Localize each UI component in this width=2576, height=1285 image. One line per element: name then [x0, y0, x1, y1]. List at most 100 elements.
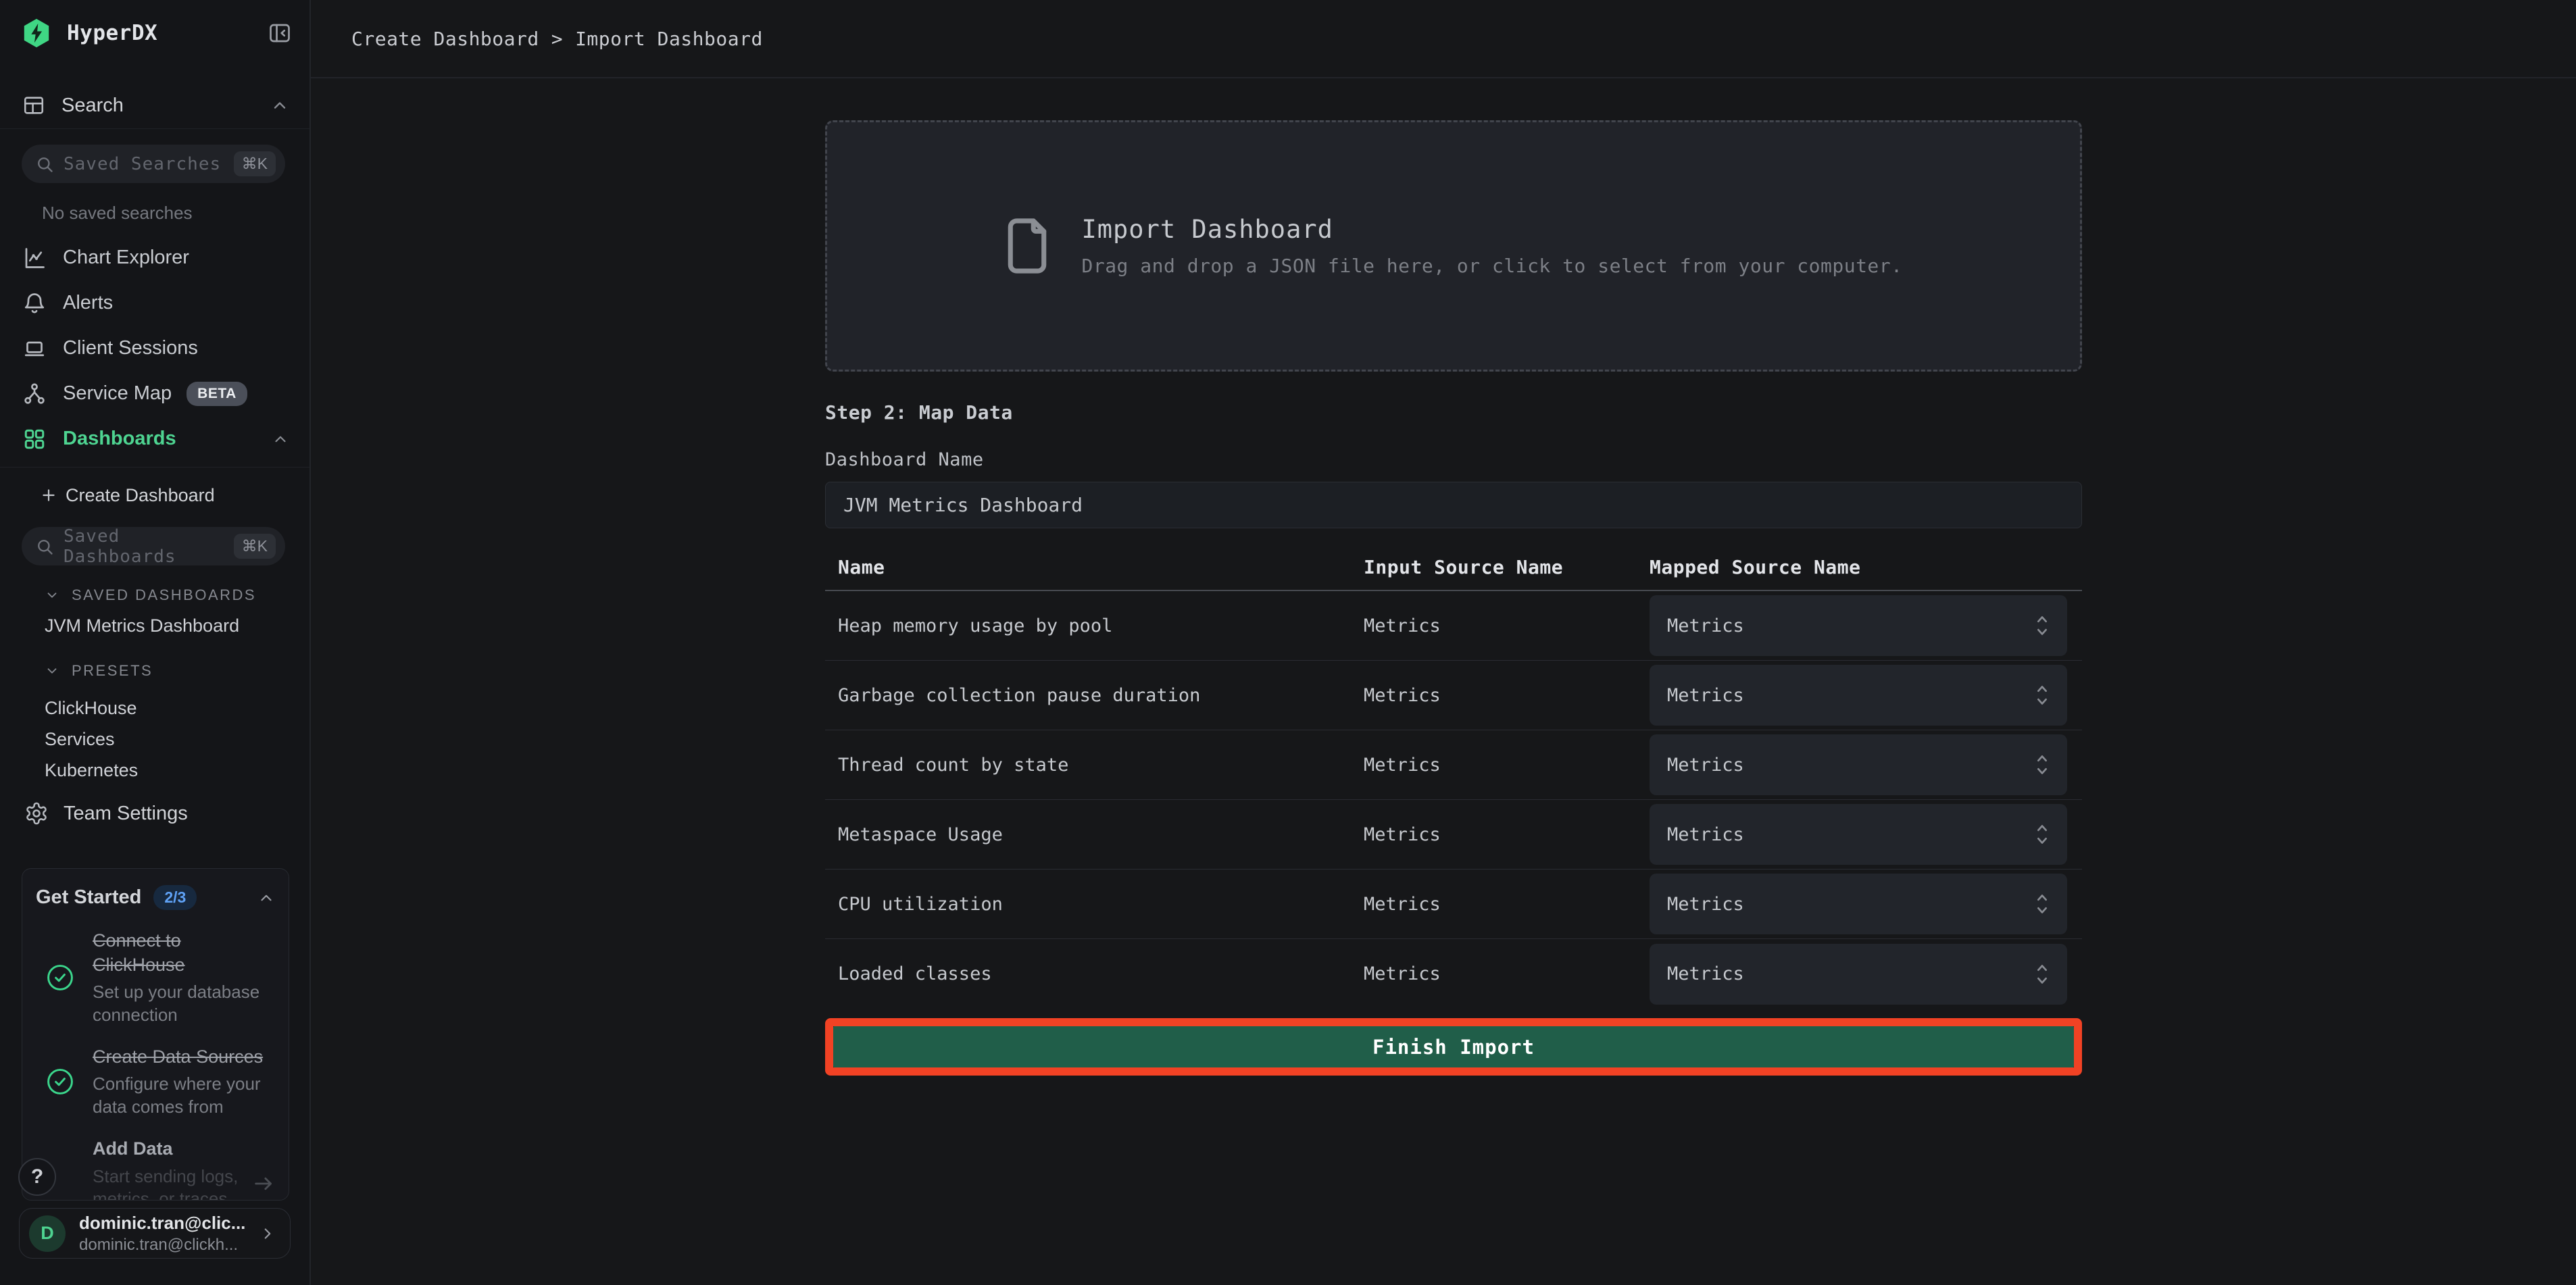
presets-group-header[interactable]: PRESETS	[0, 656, 309, 686]
logo-row: HyperDX	[21, 18, 292, 49]
get-started-title: Get Started	[36, 886, 141, 909]
sidebar-item-service-map[interactable]: Service Map BETA	[0, 371, 309, 416]
row-name: Metaspace Usage	[838, 824, 1364, 845]
table-row: Heap memory usage by pool Metrics Metric…	[825, 591, 2082, 661]
search-section-icon	[22, 94, 45, 117]
saved-searches-input[interactable]: Saved Searches ⌘K	[22, 145, 285, 183]
nav-label: Service Map	[63, 382, 172, 405]
row-input-source: Metrics	[1364, 685, 1650, 706]
plus-icon	[40, 486, 57, 504]
laptop-icon	[22, 336, 47, 361]
dashboards-grid-icon	[22, 427, 47, 451]
brand-title: HyperDX	[67, 21, 157, 45]
get-started-item-data-sources[interactable]: Create Data Sources Configure where your…	[36, 1045, 275, 1118]
saved-dashboards-input[interactable]: Saved Dashboards ⌘K	[22, 527, 285, 565]
selected-value: Metrics	[1667, 824, 1744, 845]
saved-dashboards-group-header[interactable]: SAVED DASHBOARDS	[0, 580, 309, 610]
list-item[interactable]: Kubernetes	[0, 755, 309, 786]
breadcrumb-import-dashboard[interactable]: Import Dashboard	[575, 28, 763, 50]
sidebar-item-dashboards[interactable]: Dashboards	[0, 416, 309, 461]
row-input-source: Metrics	[1364, 755, 1650, 776]
shortcut-badge: ⌘K	[234, 534, 276, 559]
avatar: D	[29, 1215, 66, 1252]
table-row: Loaded classes Metrics Metrics	[825, 939, 2082, 1009]
create-dashboard-label: Create Dashboard	[66, 485, 215, 506]
no-saved-searches-text: No saved searches	[42, 203, 193, 224]
table-header: Name Input Source Name Mapped Source Nam…	[825, 544, 2082, 591]
sidebar-item-team-settings[interactable]: Team Settings	[0, 797, 309, 830]
sidebar-collapse-icon[interactable]	[268, 21, 292, 45]
import-content: Import Dashboard Drag and drop a JSON fi…	[825, 78, 2082, 1076]
row-input-source: Metrics	[1364, 963, 1650, 984]
search-icon	[35, 155, 54, 174]
sidebar: HyperDX Search Saved Searches ⌘K No save…	[0, 0, 311, 1285]
breadcrumb-separator: >	[551, 28, 563, 50]
sidebar-divider	[0, 467, 309, 468]
json-dropzone[interactable]: Import Dashboard Drag and drop a JSON fi…	[825, 120, 2082, 372]
task-subtitle: Set up your database connection	[93, 981, 275, 1026]
dashboard-name-input[interactable]	[825, 482, 2082, 528]
dropzone-title: Import Dashboard	[1081, 215, 1902, 244]
get-started-item-connect[interactable]: Connect to ClickHouse Set up your databa…	[36, 929, 275, 1026]
progress-badge: 2/3	[153, 885, 197, 910]
sidebar-item-alerts[interactable]: Alerts	[0, 280, 309, 326]
row-input-source: Metrics	[1364, 894, 1650, 915]
mapped-source-select[interactable]: Metrics	[1650, 874, 2067, 934]
get-started-item-add-data[interactable]: Add Data Start sending logs, metrics, or…	[36, 1137, 275, 1201]
create-dashboard-button[interactable]: Create Dashboard	[0, 478, 309, 512]
mapped-source-select[interactable]: Metrics	[1650, 734, 2067, 795]
group-header-label: PRESETS	[72, 662, 153, 680]
selected-value: Metrics	[1667, 963, 1744, 984]
chevron-up-down-icon	[2032, 680, 2052, 710]
finish-import-button[interactable]: Finish Import	[833, 1026, 2074, 1067]
arrow-right-icon	[252, 1172, 275, 1195]
sidebar-section-search[interactable]: Search	[22, 89, 289, 122]
highlight-annotation-box: Finish Import	[825, 1018, 2082, 1076]
saved-dashboards-list: JVM Metrics Dashboard	[0, 610, 309, 641]
table-body: Heap memory usage by pool Metrics Metric…	[825, 591, 2082, 1009]
chevron-up-down-icon	[2032, 820, 2052, 849]
list-item[interactable]: JVM Metrics Dashboard	[0, 610, 309, 641]
help-button[interactable]: ?	[18, 1158, 56, 1196]
breadcrumb-create-dashboard[interactable]: Create Dashboard	[351, 28, 539, 50]
selected-value: Metrics	[1667, 685, 1744, 706]
shortcut-badge: ⌘K	[234, 151, 276, 176]
task-subtitle: Start sending logs, metrics, or traces	[93, 1165, 243, 1201]
mapped-source-select[interactable]: Metrics	[1650, 944, 2067, 1005]
chevron-up-icon	[272, 430, 289, 448]
task-title: Add Data	[93, 1137, 243, 1161]
file-icon	[1004, 216, 1050, 276]
row-name: Thread count by state	[838, 755, 1364, 776]
chevron-up-icon[interactable]	[257, 889, 275, 907]
list-item[interactable]: Services	[0, 724, 309, 755]
row-name: Heap memory usage by pool	[838, 615, 1364, 636]
breadcrumb: Create Dashboard > Import Dashboard	[351, 28, 763, 50]
presets-list: ClickHouse Services Kubernetes	[0, 692, 309, 786]
selected-value: Metrics	[1667, 894, 1744, 915]
mapping-table: Name Input Source Name Mapped Source Nam…	[825, 544, 2082, 1009]
sidebar-divider	[0, 128, 309, 129]
service-map-icon	[22, 382, 47, 406]
sidebar-nav: Chart Explorer Alerts Client Sessions	[0, 235, 309, 461]
nav-label: Dashboards	[63, 428, 176, 450]
mapped-source-select[interactable]: Metrics	[1650, 665, 2067, 726]
chevron-up-down-icon	[2032, 959, 2052, 989]
chevron-up-down-icon	[2032, 889, 2052, 919]
list-item[interactable]: ClickHouse	[0, 692, 309, 724]
bell-icon	[22, 291, 47, 316]
task-title: Connect to ClickHouse	[93, 929, 275, 977]
beta-badge: BETA	[187, 382, 247, 406]
hyperdx-logo-icon	[21, 18, 52, 49]
mapped-source-select[interactable]: Metrics	[1650, 595, 2067, 656]
user-name: dominic.tran@clic...	[79, 1213, 245, 1234]
saved-dashboards-placeholder: Saved Dashboards	[64, 526, 234, 567]
user-account-card[interactable]: D dominic.tran@clic... dominic.tran@clic…	[19, 1208, 291, 1259]
selected-value: Metrics	[1667, 755, 1744, 776]
team-settings-label: Team Settings	[64, 803, 188, 825]
chevron-up-icon	[270, 96, 289, 115]
row-name: Loaded classes	[838, 963, 1364, 984]
chevron-up-down-icon	[2032, 750, 2052, 780]
sidebar-item-chart-explorer[interactable]: Chart Explorer	[0, 235, 309, 280]
sidebar-item-client-sessions[interactable]: Client Sessions	[0, 326, 309, 371]
mapped-source-select[interactable]: Metrics	[1650, 804, 2067, 865]
